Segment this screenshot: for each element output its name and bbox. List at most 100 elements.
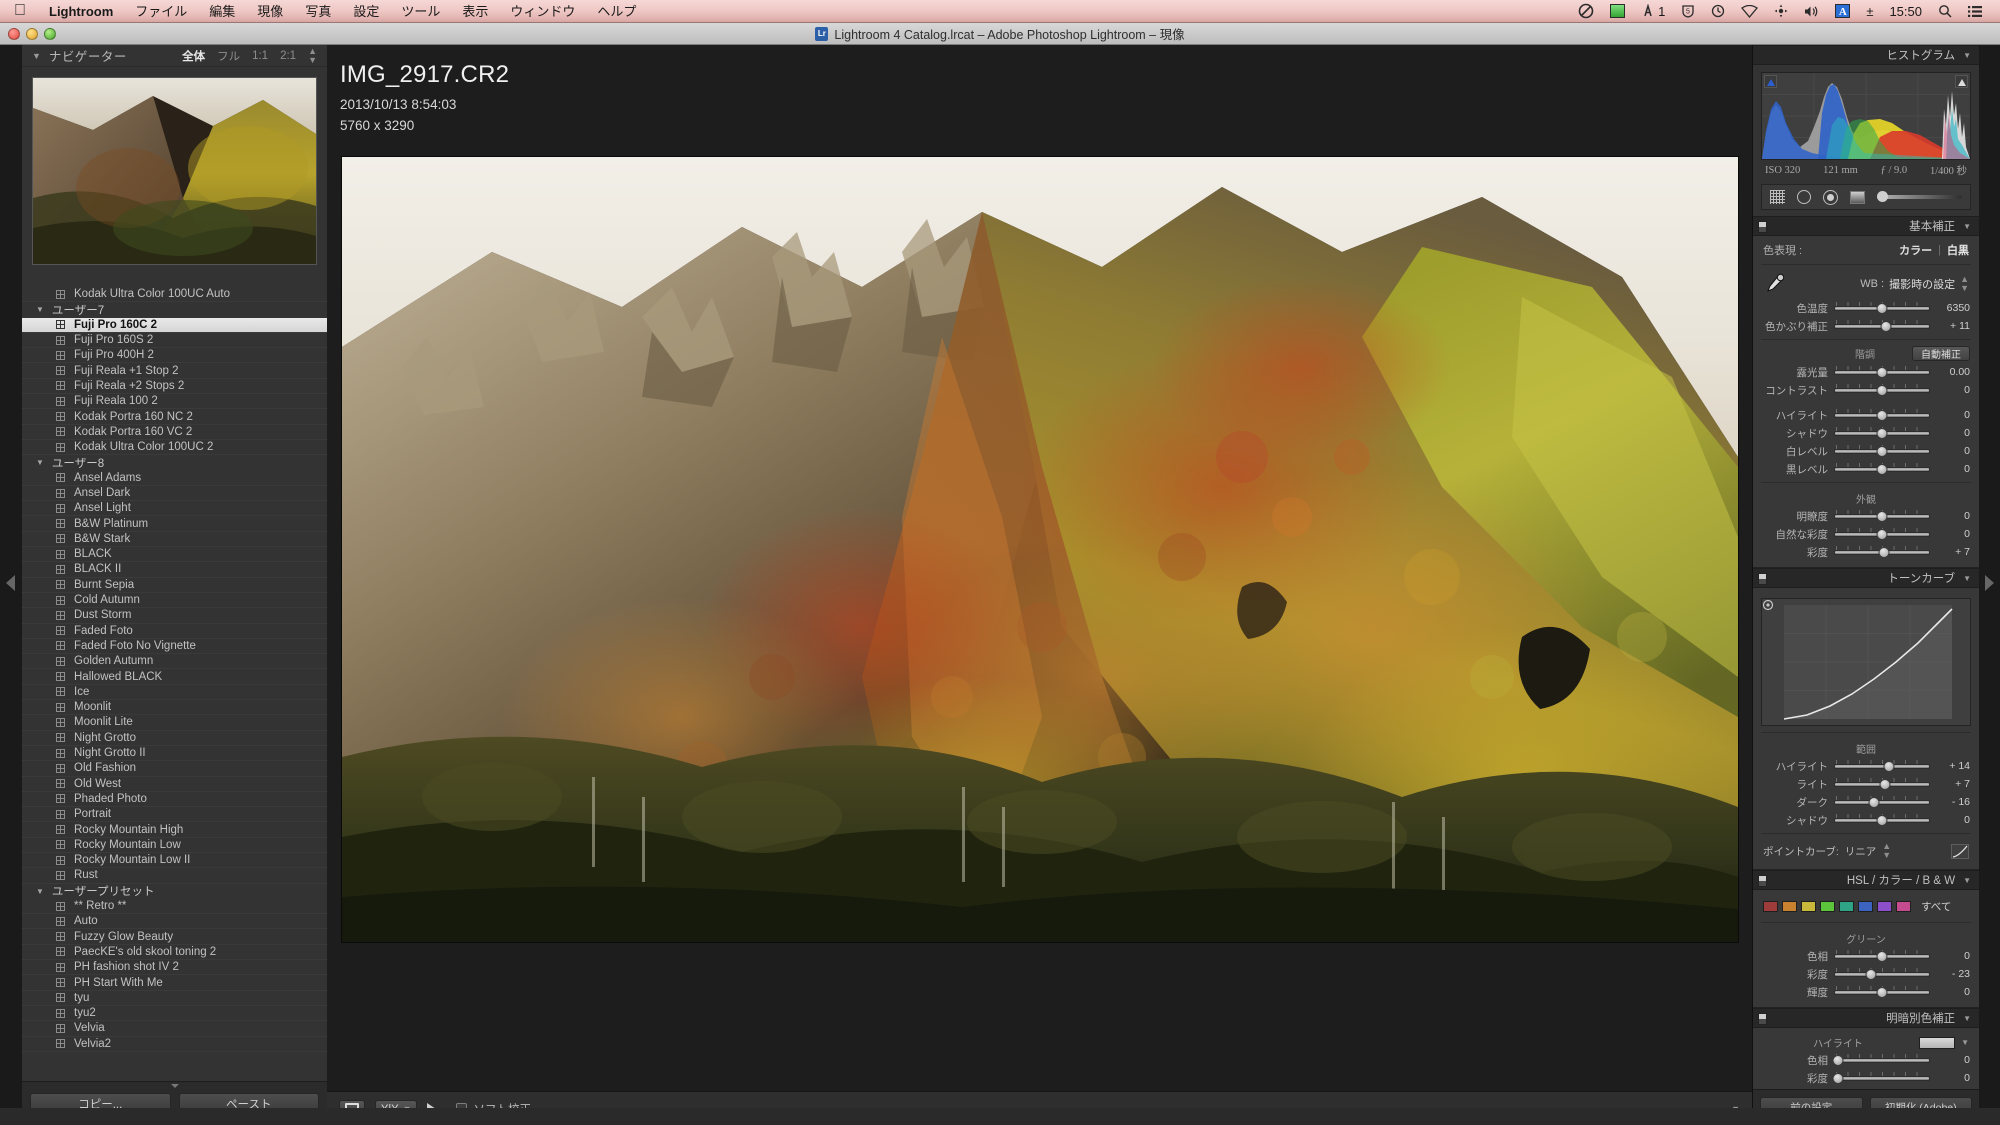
preset-row[interactable]: tyu2 — [22, 1006, 327, 1022]
menu-item-view[interactable]: 表示 — [451, 0, 499, 23]
hsl-swatch-7[interactable] — [1896, 901, 1911, 912]
plus-minus-icon[interactable]: ± — [1858, 0, 1881, 23]
menu-item-settings[interactable]: 設定 — [342, 0, 390, 23]
chevron-down-icon[interactable]: ▼ — [1961, 1038, 1969, 1047]
curve-slider-row[interactable]: ライト + 7 — [1753, 775, 1979, 793]
zoom-stepper-icon[interactable]: ▲ ▼ — [308, 46, 317, 65]
zoom-button[interactable] — [44, 28, 56, 40]
adobe-app-icon[interactable]: 1 — [1633, 0, 1673, 23]
preset-row[interactable]: Hallowed BLACK — [22, 669, 327, 685]
preset-row[interactable]: Golden Autumn — [22, 654, 327, 670]
minimize-button[interactable] — [26, 28, 38, 40]
slider-track[interactable] — [1834, 426, 1930, 439]
slider-track[interactable] — [1832, 1053, 1930, 1066]
navigator-preview-thumbnail[interactable] — [32, 77, 317, 265]
preset-row[interactable]: Kodak Portra 160 NC 2 — [22, 409, 327, 425]
preset-row[interactable]: Fuzzy Glow Beauty — [22, 929, 327, 945]
slider-track[interactable] — [1834, 462, 1930, 475]
input-source-icon[interactable]: A — [1827, 4, 1858, 18]
slider-knob[interactable] — [1876, 384, 1888, 396]
hsl-swatch-6[interactable] — [1877, 901, 1892, 912]
hsl-panel-toggle-switch[interactable] — [1758, 875, 1767, 887]
slider-value[interactable]: + 11 — [1936, 320, 1970, 332]
preset-row[interactable]: Night Grotto II — [22, 746, 327, 762]
left-panel-collapse-strip[interactable] — [0, 45, 22, 1125]
menu-item-develop[interactable]: 現像 — [246, 0, 294, 23]
preset-row[interactable]: Velvia2 — [22, 1037, 327, 1052]
time-machine-icon[interactable] — [1703, 4, 1733, 18]
slider-track[interactable] — [1834, 795, 1930, 808]
hsl-swatch-3[interactable] — [1820, 901, 1835, 912]
menu-bar-clock[interactable]: 15:50 — [1881, 4, 1930, 19]
slider-knob[interactable] — [1876, 814, 1888, 826]
filmstrip-strip[interactable] — [0, 1108, 2000, 1125]
chevron-down-icon[interactable]: ▼ — [36, 887, 44, 896]
slider-track[interactable] — [1834, 949, 1930, 962]
split-toning-panel-toggle-switch[interactable] — [1758, 1013, 1767, 1025]
histogram-panel-header[interactable]: ヒストグラム ▼ — [1753, 45, 1979, 65]
chevron-down-icon[interactable]: ▼ — [32, 51, 41, 61]
zoom-2-1[interactable]: 2:1 — [280, 50, 296, 62]
hsl-swatch-4[interactable] — [1839, 901, 1854, 912]
hsl-title[interactable]: HSL / カラー / B & W — [1847, 872, 1955, 888]
preset-row[interactable]: Ansel Dark — [22, 486, 327, 502]
curve-slider-row[interactable]: ハイライト + 14 — [1753, 757, 1979, 775]
right-panel-collapse-arrow-icon[interactable] — [1985, 575, 1994, 591]
graduated-filter-icon[interactable] — [1850, 190, 1865, 204]
slider-knob[interactable] — [1879, 778, 1891, 790]
slider-value[interactable]: 0 — [1936, 463, 1970, 475]
preset-row[interactable]: Dust Storm — [22, 608, 327, 624]
main-photo[interactable] — [341, 157, 1738, 942]
preset-row[interactable]: Night Grotto — [22, 731, 327, 746]
menu-item-photo[interactable]: 写真 — [294, 0, 342, 23]
zoom-1-1[interactable]: 1:1 — [252, 50, 268, 62]
display-icon[interactable] — [1602, 4, 1633, 18]
menu-item-edit[interactable]: 編集 — [198, 0, 246, 23]
slider-value[interactable]: + 7 — [1936, 546, 1970, 558]
preset-row[interactable]: Burnt Sepia — [22, 578, 327, 593]
preset-row[interactable]: PH Start With Me — [22, 975, 327, 991]
slider-knob[interactable] — [1868, 796, 1880, 808]
slider-track[interactable] — [1834, 408, 1930, 421]
apple-logo-icon[interactable]:  — [10, 3, 38, 19]
tone-curve-graph[interactable] — [1761, 598, 1971, 726]
chevron-down-icon[interactable]: ▼ — [36, 305, 44, 314]
hsl-swatch-0[interactable] — [1763, 901, 1778, 912]
slider-track[interactable] — [1834, 527, 1930, 540]
menu-item-tools[interactable]: ツール — [390, 0, 451, 23]
preset-row[interactable]: Fuji Reala +1 Stop 2 — [22, 363, 327, 379]
spotlight-search-icon[interactable] — [1930, 4, 1960, 18]
tone-curve-panel-toggle-switch[interactable] — [1758, 573, 1767, 585]
preset-row[interactable]: Faded Foto — [22, 624, 327, 639]
basic-panel-header[interactable]: 基本補正 ▼ — [1753, 216, 1979, 236]
slider-track[interactable] — [1834, 319, 1930, 332]
preset-row[interactable]: Moonlit Lite — [22, 715, 327, 731]
zoom-fill[interactable]: フル — [217, 48, 240, 64]
basic-panel-toggle-switch[interactable] — [1758, 221, 1767, 233]
creative-cloud-icon[interactable] — [1570, 3, 1602, 19]
slider-track[interactable] — [1834, 383, 1930, 396]
curve-slider-row[interactable]: シャドウ 0 — [1753, 811, 1979, 829]
preset-row[interactable]: Fuji Reala +2 Stops 2 — [22, 379, 327, 395]
tone-slider-row[interactable]: シャドウ 0 — [1753, 424, 1979, 442]
point-curve-stepper-icon[interactable]: ▲ ▼ — [1882, 842, 1891, 860]
shadow-clipping-indicator[interactable] — [1764, 75, 1777, 88]
slider-value[interactable]: 0 — [1936, 950, 1970, 962]
curve-slider-row[interactable]: ダーク - 16 — [1753, 793, 1979, 811]
slider-track[interactable] — [1834, 509, 1930, 522]
slider-track[interactable] — [1834, 777, 1930, 790]
split-highlight-slider-row[interactable]: 彩度 0 — [1753, 1069, 1979, 1087]
left-panel-collapse-arrow-icon[interactable] — [6, 575, 15, 591]
tone-slider-row[interactable]: コントラスト 0 — [1753, 381, 1979, 399]
hsl-slider-row[interactable]: 色相 0 — [1753, 947, 1979, 965]
slider-value[interactable]: 0 — [1936, 986, 1970, 998]
point-curve-value[interactable]: リニア — [1845, 844, 1877, 859]
slider-knob[interactable] — [1832, 1054, 1844, 1066]
slider-value[interactable]: 0.00 — [1936, 366, 1970, 378]
wb-slider-row[interactable]: 色かぶり補正 + 11 — [1753, 317, 1979, 335]
photo-viewport[interactable] — [327, 157, 1752, 1075]
slider-value[interactable]: - 16 — [1936, 796, 1970, 808]
preset-row[interactable]: Fuji Reala 100 2 — [22, 394, 327, 410]
adjustment-brush-icon[interactable] — [1877, 191, 1962, 202]
chevron-down-icon[interactable]: ▼ — [1963, 222, 1971, 231]
